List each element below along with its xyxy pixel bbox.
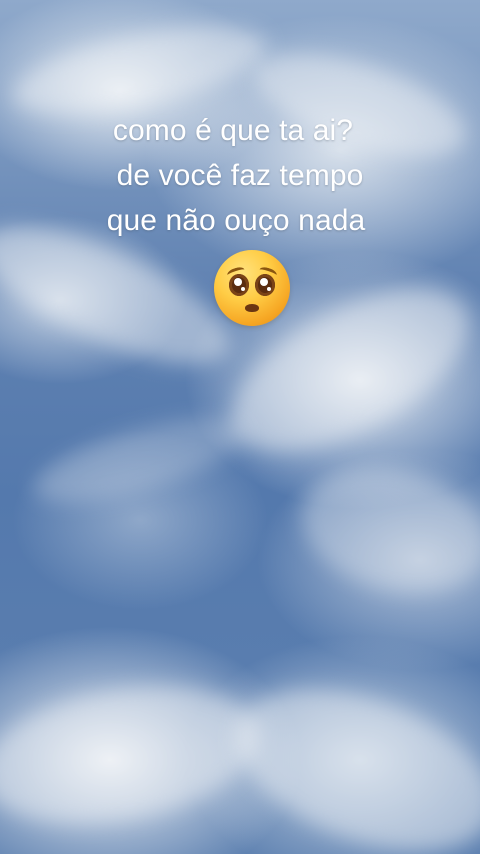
caption-line: como é que ta ai? (112, 114, 354, 147)
left-eye (229, 274, 249, 296)
eye-sparkle (260, 278, 268, 286)
caption-line: que não ouço nada (106, 204, 366, 237)
eye-sparkle (234, 278, 242, 286)
cloud-wisp (288, 448, 480, 612)
sky-background: como é que ta ai? de você faz tempo que … (0, 0, 480, 854)
cloud-wisp (25, 400, 255, 520)
mouth (245, 304, 259, 312)
cloud-wisp (214, 658, 480, 854)
cloud-wisp (0, 666, 270, 844)
pleading-face-icon (214, 250, 290, 326)
caption-text: como é que ta ai? de você faz tempo que … (0, 108, 480, 243)
caption-line: de você faz tempo (116, 159, 364, 192)
eye-sparkle (267, 287, 271, 291)
eye-sparkle (241, 287, 245, 291)
right-eye (255, 274, 275, 296)
